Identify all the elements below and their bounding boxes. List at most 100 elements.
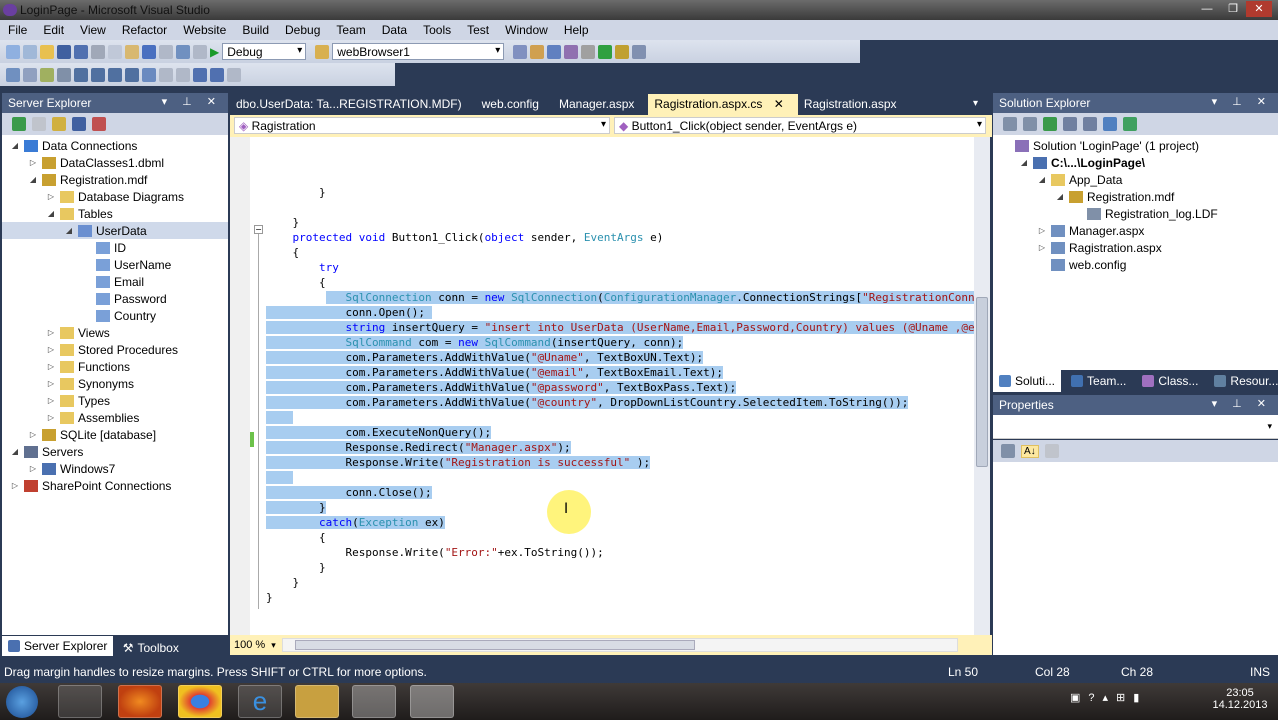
tree-item[interactable]: ◢ Registration.mdf — [993, 188, 1278, 205]
editor-tab[interactable]: Ragistration.aspx.cs ✕ — [648, 94, 798, 115]
editor-tab[interactable]: Ragistration.aspx — [798, 94, 911, 115]
code-editor[interactable]: − } } protected void Button1_Click(objec… — [230, 137, 974, 635]
tree-item[interactable]: Registration_log.LDF — [993, 205, 1278, 222]
collapsed-arrow-icon[interactable]: ▷ — [10, 481, 20, 490]
show-all-files-icon[interactable] — [1023, 117, 1037, 131]
tree-item[interactable]: ▷ Windows7 — [2, 460, 228, 477]
tab-overflow-icon[interactable]: ▾ — [973, 98, 978, 109]
clear-bookmarks-icon[interactable] — [227, 67, 241, 82]
horizontal-scrollbar[interactable] — [281, 638, 958, 652]
tree-item[interactable]: ▷ SharePoint Connections — [2, 477, 228, 494]
minimize-button[interactable]: — — [1194, 1, 1220, 17]
tree-item[interactable]: UserName — [2, 256, 228, 273]
menu-refactor[interactable]: Refactor — [114, 20, 175, 40]
zoom-dropdown[interactable]: 100 % — [234, 639, 265, 651]
editor-tab[interactable]: dbo.UserData: Ta...REGISTRATION.MDF) — [230, 94, 476, 115]
refresh-icon[interactable] — [1043, 117, 1057, 131]
close-button[interactable]: ✕ — [1246, 1, 1272, 17]
menu-debug[interactable]: Debug — [277, 20, 328, 40]
editor-tab[interactable]: Manager.aspx — [553, 94, 648, 115]
tab-server-explorer[interactable]: Server Explorer — [2, 636, 114, 656]
open-icon[interactable] — [40, 44, 54, 59]
undo-icon[interactable] — [142, 44, 156, 59]
add-item-icon[interactable] — [23, 44, 37, 59]
right-panel-tab[interactable]: Resour... — [1208, 370, 1278, 392]
tree-item[interactable]: ID — [2, 239, 228, 256]
tree-item[interactable]: ◢ UserData — [2, 222, 228, 239]
collapsed-arrow-icon[interactable]: ▷ — [46, 192, 56, 201]
start-button[interactable] — [6, 686, 38, 718]
tree-item[interactable]: ◢ C:\...\LoginPage\ — [993, 154, 1278, 171]
clock[interactable]: 23:05 14.12.2013 — [1210, 687, 1270, 711]
tree-item[interactable]: ◢ Data Connections — [2, 137, 228, 154]
properties-icon[interactable] — [1003, 117, 1017, 131]
firefox-taskbar-icon[interactable] — [118, 685, 162, 718]
tree-item[interactable]: ◢ App_Data — [993, 171, 1278, 188]
system-tray-icons[interactable]: ▣?▴⊞▮ — [1070, 691, 1190, 711]
display-object-icon[interactable] — [6, 67, 20, 82]
close-tab-icon[interactable]: ✕ — [770, 97, 784, 111]
properties-object-dropdown[interactable]: ▾ — [993, 415, 1278, 439]
expanded-arrow-icon[interactable]: ◢ — [10, 141, 20, 150]
paste-icon[interactable] — [125, 44, 139, 59]
copy-website-icon[interactable] — [1103, 117, 1117, 131]
menu-team[interactable]: Team — [328, 20, 373, 40]
class-dropdown[interactable]: ◈ Ragistration — [234, 117, 610, 134]
tree-item[interactable]: Country — [2, 307, 228, 324]
next-bookmark-folder-icon[interactable] — [210, 67, 224, 82]
tree-item[interactable]: web.config — [993, 256, 1278, 273]
vertical-scroll-thumb[interactable] — [976, 297, 988, 467]
stop-refresh-icon[interactable] — [32, 117, 46, 131]
editor-tab[interactable]: web.config — [476, 94, 553, 115]
menu-data[interactable]: Data — [374, 20, 415, 40]
visual-studio-taskbar-icon[interactable] — [352, 685, 396, 718]
expanded-arrow-icon[interactable]: ◢ — [1037, 175, 1047, 184]
collapsed-arrow-icon[interactable]: ▷ — [1037, 226, 1047, 235]
collapsed-arrow-icon[interactable]: ▷ — [46, 345, 56, 354]
collapsed-arrow-icon[interactable]: ▷ — [46, 328, 56, 337]
tree-item[interactable]: ▷ DataClasses1.dbml — [2, 154, 228, 171]
find-in-files-icon[interactable] — [315, 44, 330, 59]
new-project-icon[interactable] — [6, 44, 20, 59]
menu-test[interactable]: Test — [459, 20, 497, 40]
refresh-icon[interactable] — [12, 117, 26, 131]
indent-icon[interactable] — [91, 67, 105, 82]
cut-icon[interactable] — [91, 44, 105, 59]
collapsed-arrow-icon[interactable]: ▷ — [46, 379, 56, 388]
recorder-taskbar-icon[interactable] — [410, 685, 454, 718]
horizontal-scroll-thumb[interactable] — [294, 640, 695, 650]
tab-toolbox[interactable]: ⚒ Toolbox — [117, 638, 185, 658]
expanded-arrow-icon[interactable]: ◢ — [64, 226, 74, 235]
word-completion-icon[interactable] — [57, 67, 71, 82]
collapsed-arrow-icon[interactable]: ▷ — [46, 413, 56, 422]
start-page-icon[interactable] — [598, 44, 613, 59]
collapse-outline-icon[interactable]: − — [254, 225, 263, 234]
copy-icon[interactable] — [108, 44, 122, 59]
right-panel-tab[interactable]: Soluti... — [993, 370, 1062, 392]
tools-icon[interactable] — [581, 44, 596, 59]
menu-build[interactable]: Build — [234, 20, 277, 40]
menu-website[interactable]: Website — [175, 20, 234, 40]
tree-item[interactable]: ▷ Database Diagrams — [2, 188, 228, 205]
panel-controls-icon[interactable]: ▾ ⊥ ✕ — [162, 95, 222, 108]
find-combo[interactable]: webBrowser1 — [332, 43, 505, 60]
menu-tools[interactable]: Tools — [415, 20, 459, 40]
collapsed-arrow-icon[interactable]: ▷ — [1037, 243, 1047, 252]
collapsed-arrow-icon[interactable]: ▷ — [46, 362, 56, 371]
collapsed-arrow-icon[interactable]: ▷ — [28, 158, 38, 167]
navigate-icon[interactable] — [176, 44, 190, 59]
uncomment-icon[interactable] — [125, 67, 139, 82]
tree-item[interactable]: Solution 'LoginPage' (1 project) — [993, 137, 1278, 154]
connect-server-icon[interactable] — [72, 117, 86, 131]
zoom-dropdown-arrow-icon[interactable]: ▾ — [271, 640, 276, 651]
tree-item[interactable]: ▷ Manager.aspx — [993, 222, 1278, 239]
outdent-icon[interactable] — [74, 67, 88, 82]
menu-help[interactable]: Help — [556, 20, 597, 40]
collapsed-arrow-icon[interactable]: ▷ — [46, 396, 56, 405]
menu-file[interactable]: File — [0, 20, 35, 40]
solution-config-dropdown[interactable]: Debug — [222, 43, 307, 60]
connect-sharepoint-icon[interactable] — [92, 117, 106, 131]
extension-manager-icon[interactable] — [615, 44, 630, 59]
categorized-icon[interactable] — [1001, 444, 1015, 458]
save-all-icon[interactable] — [74, 44, 88, 59]
